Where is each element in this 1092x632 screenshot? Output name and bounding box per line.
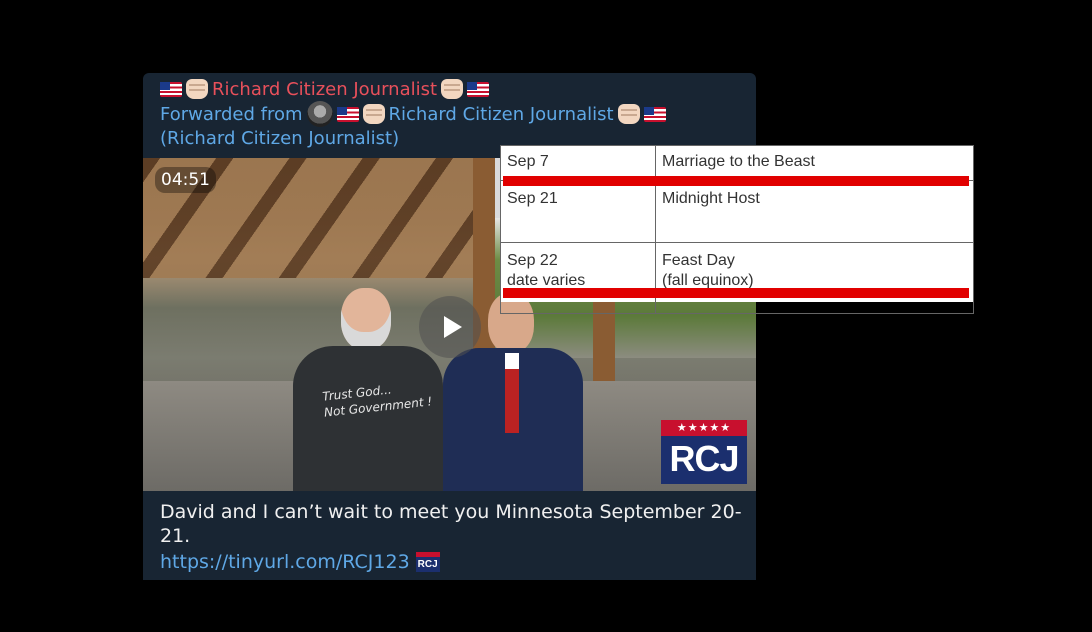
- us-flag-icon: [160, 81, 182, 97]
- channel-avatar[interactable]: [306, 101, 333, 127]
- date-text: Sep 21: [507, 190, 558, 207]
- date-text: Sep 22: [507, 252, 558, 269]
- event-cell: Midnight Host: [655, 180, 974, 243]
- date-cell: Sep 21: [500, 180, 656, 243]
- calendar-table-overlay: Sep 7 Marriage to the Beast Sep 21 Midni…: [500, 145, 974, 314]
- us-flag-icon: [643, 106, 666, 122]
- play-icon[interactable]: [419, 296, 481, 358]
- date-note: date varies: [507, 272, 586, 289]
- person-tie: [505, 353, 519, 433]
- forwarded-label: Forwarded from: [160, 103, 303, 125]
- event-cell: Feast Day (fall equinox): [655, 242, 974, 314]
- logo-letters: RCJ: [661, 436, 747, 484]
- fist-icon: [362, 104, 385, 124]
- date-text: Sep 7: [507, 153, 549, 170]
- link-row: https://tinyurl.com/RCJ123: [160, 550, 440, 574]
- forwarded-signature[interactable]: (Richard Citizen Journalist): [160, 127, 399, 151]
- date-cell: Sep 22 date varies: [500, 242, 656, 314]
- author-name[interactable]: Richard Citizen Journalist: [212, 79, 437, 100]
- fist-icon: [441, 79, 464, 99]
- highlight-bar: [503, 176, 969, 186]
- forwarded-channel-name[interactable]: Richard Citizen Journalist: [389, 104, 614, 125]
- rcj-icon: [415, 552, 440, 572]
- event-text: Feast Day: [662, 252, 735, 269]
- table-row: Sep 22 date varies Feast Day (fall equin…: [500, 242, 974, 314]
- fist-icon: [617, 104, 640, 124]
- event-text: Marriage to the Beast: [662, 153, 815, 170]
- author-line[interactable]: Richard Citizen Journalist: [160, 77, 490, 101]
- message-caption: David and I can’t wait to meet you Minne…: [160, 501, 742, 547]
- us-flag-icon: [336, 106, 359, 122]
- message-link[interactable]: https://tinyurl.com/RCJ123: [160, 550, 410, 574]
- event-note: (fall equinox): [662, 272, 754, 289]
- rcj-logo: ★★★★★ RCJ: [661, 420, 747, 484]
- logo-stars: ★★★★★: [661, 420, 747, 436]
- us-flag-icon: [467, 81, 490, 97]
- fist-icon: [186, 79, 208, 99]
- person-body: [293, 346, 443, 491]
- highlight-bar: [503, 288, 969, 298]
- forwarded-from[interactable]: Forwarded from Richard Citizen Journalis…: [160, 101, 666, 127]
- table-row: Sep 21 Midnight Host: [500, 180, 974, 243]
- event-text: Midnight Host: [662, 190, 760, 207]
- video-duration: 04:51: [155, 167, 216, 193]
- person-head: [341, 288, 391, 350]
